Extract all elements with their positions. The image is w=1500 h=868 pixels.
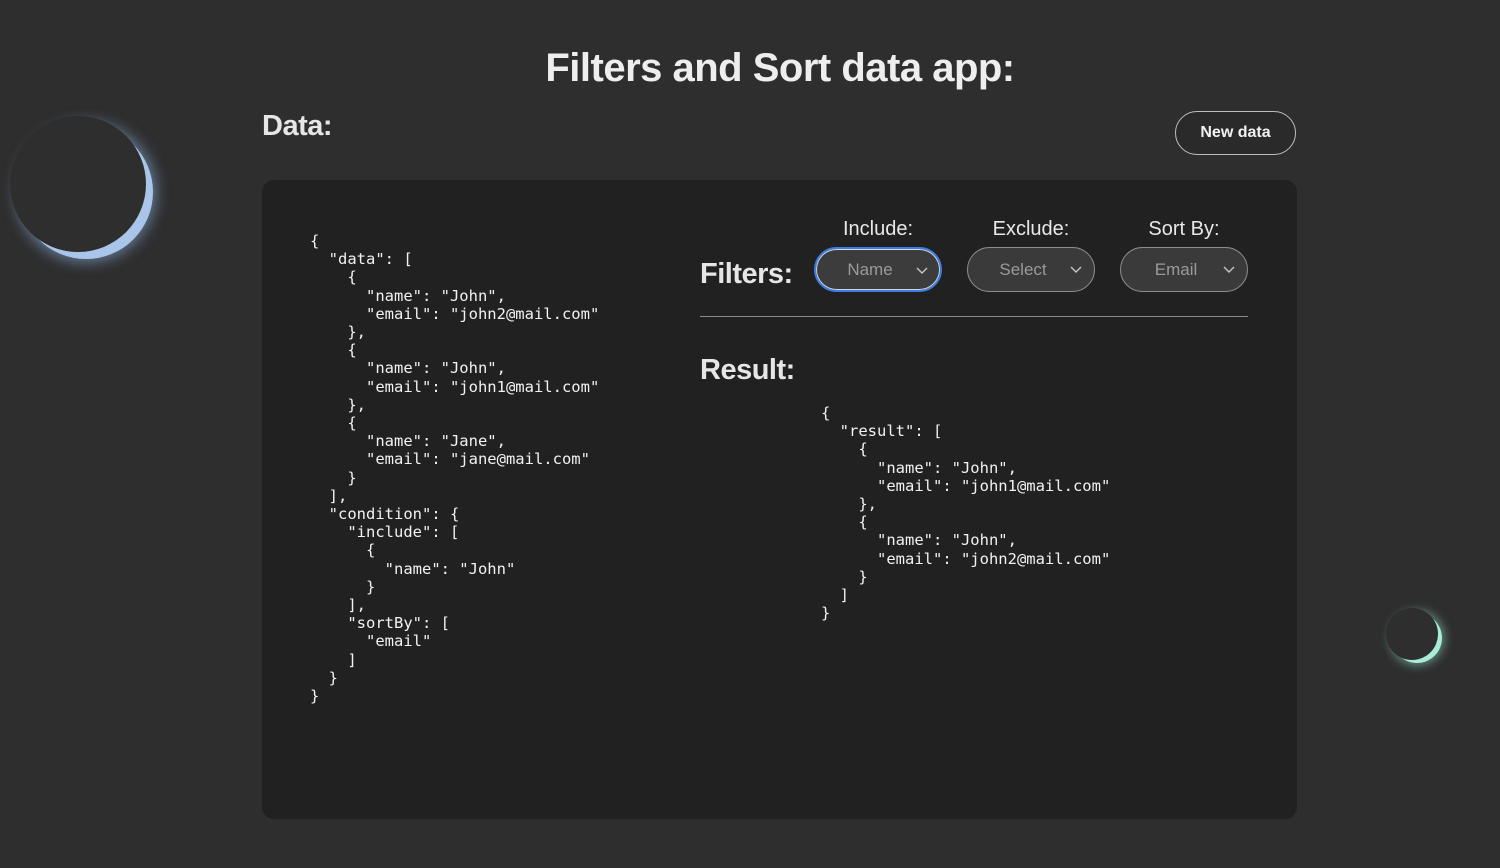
app-page: Filters and Sort data app: Data: New dat…	[0, 0, 1500, 868]
include-filter-group: Include: Name	[814, 216, 942, 292]
exclude-select-value: Select	[999, 259, 1047, 279]
sort-by-filter-group: Sort By: Email	[1120, 216, 1248, 292]
page-title: Filters and Sort data app:	[545, 46, 1015, 90]
crescent-moon-decoration-small	[1386, 608, 1438, 660]
sort-by-label: Sort By:	[1148, 218, 1220, 240]
data-heading: Data:	[262, 110, 333, 142]
data-json-view: { "data": [ { "name": "John", "email": "…	[310, 232, 600, 706]
exclude-label: Exclude:	[992, 218, 1070, 240]
chevron-down-icon	[1223, 266, 1235, 273]
chevron-down-icon	[916, 267, 928, 274]
sort-by-select[interactable]: Email	[1120, 247, 1248, 292]
new-data-button[interactable]: New data	[1175, 111, 1296, 155]
sort-by-select-value: Email	[1154, 259, 1198, 279]
filters-divider	[700, 316, 1248, 317]
crescent-moon-decoration-large	[10, 116, 146, 252]
include-select-value: Name	[847, 259, 893, 279]
result-json-view: { "result": [ { "name": "John", "email":…	[821, 404, 1111, 623]
include-label: Include:	[842, 218, 914, 240]
exclude-select[interactable]: Select	[967, 247, 1095, 292]
exclude-filter-group: Exclude: Select	[967, 216, 1095, 292]
filters-heading: Filters:	[700, 258, 793, 290]
result-heading: Result:	[700, 354, 795, 386]
chevron-down-icon	[1070, 266, 1082, 273]
include-select[interactable]: Name	[814, 247, 942, 292]
